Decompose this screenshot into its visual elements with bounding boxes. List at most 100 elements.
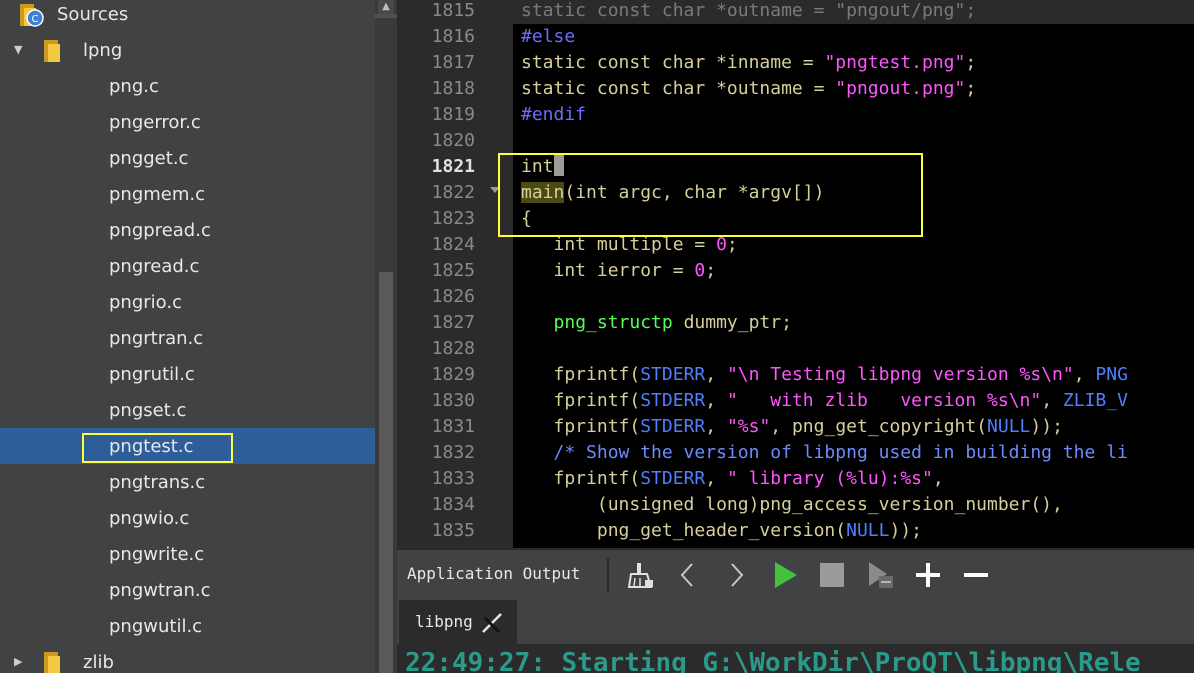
line-number: 1832 [431,442,475,463]
expand-down-icon[interactable]: ▼ [14,44,26,56]
debug-attach-icon [869,562,893,588]
tree-item-file[interactable]: pngerror.c [0,104,375,140]
line-number: 1827 [431,312,475,333]
line-number: 1818 [431,78,475,99]
previous-item-button[interactable] [671,558,705,592]
line-number: 1817 [431,52,475,73]
output-tab-bar: libpng [397,598,1194,644]
code-line-1817: static const char *inname = "pngtest.png… [521,52,977,73]
zoom-out-button[interactable] [959,558,993,592]
tree-item-file[interactable]: pngset.c [0,392,375,428]
tree-item-file[interactable]: pngtrans.c [0,464,375,500]
tree-label-file: pngget.c [109,147,189,169]
tree-item-zlib[interactable]: ▶ zlib [0,644,375,673]
tree-label-file: pngmem.c [109,183,206,205]
line-number: 1834 [431,494,475,515]
tree-label-file: pngrio.c [109,291,182,313]
selection-highlight-box [82,433,233,463]
scrollbar-thumb[interactable] [379,272,393,673]
code-highlight-box [498,153,923,237]
code-line-1834: (unsigned long)png_access_version_number… [521,494,1063,515]
line-number: 1833 [431,468,475,489]
tree-item-file[interactable]: pngpread.c [0,212,375,248]
line-number: 1835 [431,520,475,541]
tree-item-file[interactable]: pngrio.c [0,284,375,320]
tree-label-lpng: lpng [83,39,123,61]
tree-item-file[interactable]: pngwrite.c [0,536,375,572]
tree-item-file[interactable]: pngwutil.c [0,608,375,644]
code-line-1825: int ierror = 0; [521,260,717,281]
next-item-button[interactable] [719,558,753,592]
folder-icon [44,38,64,62]
code-line-1819: #endif [521,104,587,125]
project-tree[interactable]: C Sources ▼ lpng png.c pngerror.c pngget.c… [0,0,375,673]
tree-label-file: png.c [109,75,159,97]
clean-output-button[interactable] [623,558,657,592]
chevron-right-icon [731,563,744,587]
line-number: 1830 [431,390,475,411]
attach-debugger-button[interactable] [863,558,897,592]
code-line-1833: fprintf(STDERR, " library (%lu):%s", [521,468,944,489]
output-panel-title: Application Output [407,564,581,583]
tree-item-file[interactable]: pngwtran.c [0,572,375,608]
run-button[interactable] [767,558,801,592]
tree-label-zlib: zlib [83,651,114,673]
scrollbar-track-top [375,14,397,18]
line-number: 1829 [431,364,475,385]
tree-label-file: pngrutil.c [109,363,195,385]
close-tab-icon[interactable] [479,610,505,636]
tree-label-file: pngwrite.c [109,543,205,565]
line-number: 1825 [431,260,475,281]
tree-item-file[interactable]: pngread.c [0,248,375,284]
toolbar-separator [607,558,609,592]
line-number: 1831 [431,416,475,437]
output-tab-libpng[interactable]: libpng [399,600,517,644]
code-editor[interactable]: 1815 1816 1817 1818 1819 1820 1821 1822 1823 1824… [397,0,1194,548]
tree-scrollbar[interactable]: ▲ [375,0,397,673]
tree-label-file: pngtrans.c [109,471,206,493]
tree-item-file[interactable]: pngrtran.c [0,320,375,356]
scroll-up-icon[interactable]: ▲ [378,0,394,14]
code-line-1835: png_get_header_version(NULL)); [521,520,922,541]
application-output-pane[interactable]: 22:49:27: Starting G:\WorkDir\ProQT\libp… [397,644,1194,673]
code-line-1827: png_structp dummy_ptr; [553,312,792,333]
code-line-1815: static const char *outname = "pngout/png… [521,0,977,21]
line-number: 1815 [431,0,475,21]
tree-label-file: pngrtran.c [109,327,204,349]
output-tab-label: libpng [415,612,473,631]
chevron-left-icon [680,563,693,587]
tree-label-file: pngread.c [109,255,200,277]
tree-item-sources[interactable]: C Sources [0,0,375,32]
minus-icon [964,573,988,577]
tree-item-lpng[interactable]: ▼ lpng [0,32,375,68]
tree-label-sources: Sources [57,3,129,25]
stop-icon [820,563,844,587]
code-line-1829: fprintf(STDERR, "\n Testing libpng versi… [521,364,1128,385]
line-number: 1828 [431,338,475,359]
tree-label-file: pngwtran.c [109,579,211,601]
line-number: 1819 [431,104,475,125]
output-toolbar: Application Output [397,548,1194,598]
folder-icon [44,650,64,673]
tree-item-file[interactable]: pngrutil.c [0,356,375,392]
line-number: 1826 [431,286,475,307]
code-line-1830: fprintf(STDERR, " with zlib version %s\n… [521,390,1128,411]
stop-button[interactable] [815,558,849,592]
plus-icon [916,563,940,587]
tree-item-file[interactable]: png.c [0,68,375,104]
line-number: 1821 [431,156,475,177]
tree-label-file: pngset.c [109,399,187,421]
tree-item-file[interactable]: pngmem.c [0,176,375,212]
tree-label-file: pngwio.c [109,507,190,529]
tree-item-file[interactable]: pngget.c [0,140,375,176]
code-line-1816: #else [521,26,576,47]
expand-right-icon[interactable]: ▶ [14,656,26,668]
broom-icon [627,563,653,588]
output-log-line: 22:49:27: Starting G:\WorkDir\ProQT\libp… [405,648,1141,673]
line-number: 1823 [431,208,475,229]
zoom-in-button[interactable] [911,558,945,592]
code-line-1832: /* Show the version of libpng used in bu… [521,442,1128,463]
tree-item-file[interactable]: pngwio.c [0,500,375,536]
line-number: 1824 [431,234,475,255]
cpp-badge-icon: C [26,9,44,27]
